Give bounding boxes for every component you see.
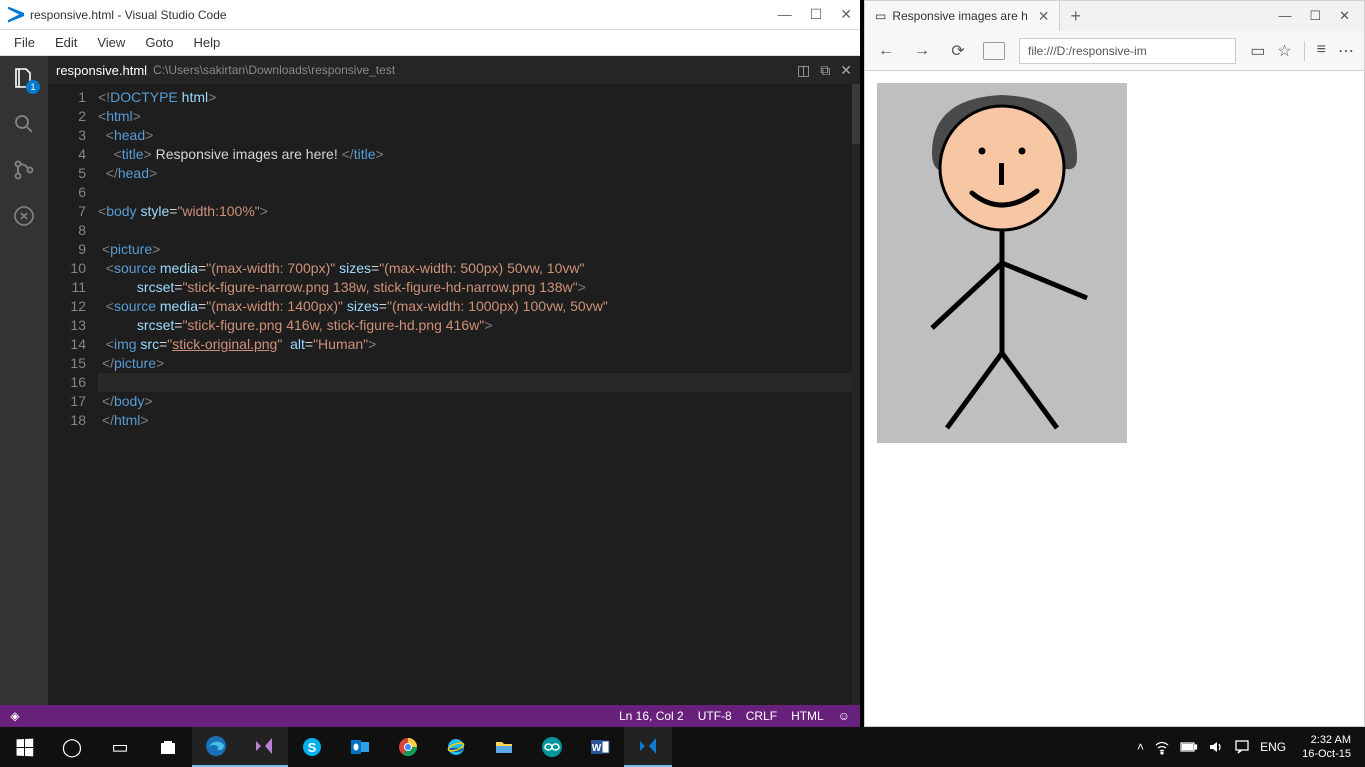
explorer-icon[interactable]: 1	[10, 64, 38, 92]
clock-date: 16-Oct-15	[1302, 747, 1351, 761]
close-tab-icon[interactable]: ✕	[840, 62, 852, 79]
vscode-taskbar-icon[interactable]	[624, 727, 672, 767]
word-icon[interactable]: W	[576, 727, 624, 767]
status-encoding[interactable]: UTF-8	[698, 709, 732, 723]
status-language[interactable]: HTML	[791, 709, 824, 723]
split-editor-icon[interactable]: ◫	[797, 62, 810, 79]
window-title: responsive.html - Visual Studio Code	[30, 8, 227, 22]
favorite-icon[interactable]: ☆	[1277, 41, 1291, 61]
battery-icon[interactable]	[1180, 741, 1198, 753]
activity-bar: 1	[0, 56, 48, 705]
open-changes-icon[interactable]: ⧉	[820, 62, 830, 79]
back-icon[interactable]: ←	[875, 42, 897, 60]
clock-time: 2:32 AM	[1302, 733, 1351, 747]
tab-filepath: C:\Users\sakirtan\Downloads\responsive_t…	[153, 63, 395, 77]
vscode-titlebar[interactable]: responsive.html - Visual Studio Code ― ☐…	[0, 0, 860, 30]
skype-icon[interactable]: S	[288, 727, 336, 767]
forward-icon[interactable]: →	[911, 42, 933, 60]
status-smiley-icon[interactable]: ☺	[838, 709, 850, 723]
menu-goto[interactable]: Goto	[135, 33, 183, 52]
editor-tab-bar: responsive.html C:\Users\sakirtan\Downlo…	[48, 56, 860, 84]
cortana-icon[interactable]: ◯	[48, 727, 96, 767]
status-bar: ◈ Ln 16, Col 2 UTF-8 CRLF HTML ☺	[0, 705, 860, 727]
search-icon[interactable]	[10, 110, 38, 138]
taskbar: ◯ ▭ S W ˄ ENG 2:32 AM 16-Oct-15	[0, 727, 1365, 767]
clock[interactable]: 2:32 AM 16-Oct-15	[1296, 733, 1357, 761]
tab-filename[interactable]: responsive.html	[56, 63, 147, 78]
close-icon[interactable]: ✕	[840, 6, 852, 23]
browser-viewport	[865, 71, 1364, 726]
vscode-menubar: File Edit View Goto Help	[0, 30, 860, 56]
language-indicator[interactable]: ENG	[1260, 740, 1286, 754]
start-button[interactable]	[0, 727, 48, 767]
address-bar[interactable]: file:///D:/responsive-im	[1019, 38, 1236, 64]
line-gutter: 123456789101112131415161718	[48, 84, 98, 705]
visual-studio-icon[interactable]	[240, 727, 288, 767]
wifi-icon[interactable]	[1154, 739, 1170, 755]
minimize-icon[interactable]: ―	[778, 6, 792, 23]
edge-titlebar[interactable]: ▭ Responsive images are h ✕ + ― ☐ ✕	[865, 1, 1364, 31]
menu-help[interactable]: Help	[184, 33, 231, 52]
vscode-logo-icon	[8, 7, 24, 23]
tab-close-icon[interactable]: ✕	[1038, 8, 1050, 25]
arduino-icon[interactable]	[528, 727, 576, 767]
hub-icon[interactable]: ≡	[1317, 41, 1326, 61]
action-center-icon[interactable]	[1234, 739, 1250, 755]
menu-file[interactable]: File	[4, 33, 45, 52]
tab-title: Responsive images are h	[892, 9, 1027, 23]
menu-view[interactable]: View	[87, 33, 135, 52]
page-icon: ▭	[875, 9, 886, 23]
stick-figure-image	[877, 83, 1127, 443]
ie-icon[interactable]	[432, 727, 480, 767]
close-icon[interactable]: ✕	[1339, 8, 1350, 24]
reading-view-icon[interactable]: ▭	[1250, 41, 1265, 61]
svg-text:W: W	[592, 743, 602, 754]
explorer-badge: 1	[26, 80, 40, 94]
browser-tab[interactable]: ▭ Responsive images are h ✕	[865, 1, 1060, 31]
tray-chevron-icon[interactable]: ˄	[1137, 740, 1144, 754]
status-feedback-icon[interactable]: ◈	[0, 709, 30, 723]
minimize-icon[interactable]: ―	[1278, 8, 1291, 24]
code-editor[interactable]: 123456789101112131415161718 <!DOCTYPE ht…	[48, 84, 860, 705]
edge-toolbar: ← → ⟳ file:///D:/responsive-im ▭ ☆ ≡ ⋯	[865, 31, 1364, 71]
task-view-icon[interactable]: ▭	[96, 727, 144, 767]
code-lines[interactable]: <!DOCTYPE html><html> <head> <title> Res…	[98, 84, 860, 705]
git-icon[interactable]	[10, 156, 38, 184]
editor-area: responsive.html C:\Users\sakirtan\Downlo…	[48, 56, 860, 705]
volume-icon[interactable]	[1208, 739, 1224, 755]
status-line-col[interactable]: Ln 16, Col 2	[619, 709, 684, 723]
system-tray: ˄ ENG 2:32 AM 16-Oct-15	[1137, 733, 1365, 761]
maximize-icon[interactable]: ☐	[810, 6, 823, 23]
outlook-icon[interactable]	[336, 727, 384, 767]
debug-icon[interactable]	[10, 202, 38, 230]
refresh-icon[interactable]: ⟳	[947, 41, 969, 61]
more-icon[interactable]: ⋯	[1338, 41, 1354, 61]
store-icon[interactable]	[144, 727, 192, 767]
edge-window: ▭ Responsive images are h ✕ + ― ☐ ✕ ← → …	[864, 0, 1365, 727]
menu-edit[interactable]: Edit	[45, 33, 87, 52]
new-tab-button[interactable]: +	[1060, 6, 1091, 27]
vscode-window: responsive.html - Visual Studio Code ― ☐…	[0, 0, 860, 727]
chrome-icon[interactable]	[384, 727, 432, 767]
maximize-icon[interactable]: ☐	[1309, 8, 1321, 24]
minimap-scrollbar[interactable]	[852, 84, 860, 705]
svg-text:S: S	[308, 740, 317, 755]
status-eol[interactable]: CRLF	[746, 709, 777, 723]
edge-taskbar-icon[interactable]	[192, 727, 240, 767]
file-explorer-icon[interactable]	[480, 727, 528, 767]
